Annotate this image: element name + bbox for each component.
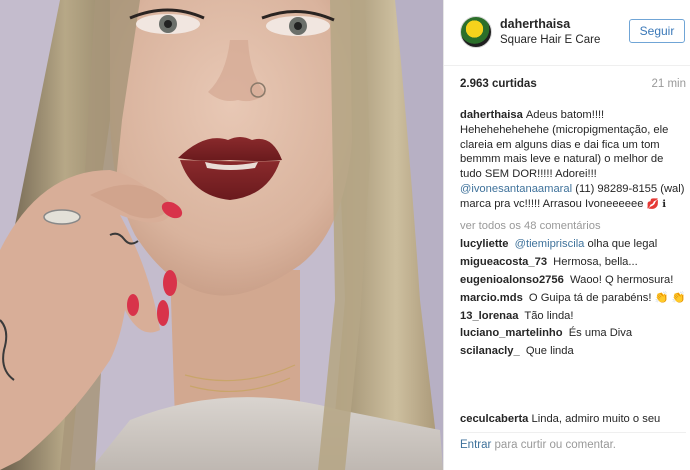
caption-mention[interactable]: @ivonesantanaamaral [460,183,572,195]
comment-text: O Guipa tá de parabéns! 👏 👏 [528,291,686,304]
comment-item: migueacosta_73 Hermosa, bella... [460,255,686,270]
comment-username[interactable]: lucyliette [460,238,509,250]
comment-username[interactable]: eugenioalonso2756 [460,274,564,286]
post-details-panel: daherthaisa Square Hair E Care Seguir 2.… [443,0,690,470]
post-header: daherthaisa Square Hair E Care Seguir [444,0,690,66]
comment-item: marcio.mds O Guipa tá de parabéns! 👏 👏 [460,291,686,306]
post-stats: 2.963 curtidas 21 min [460,78,686,92]
selfie-image [0,0,443,470]
comment-text: olha que legal [587,238,658,251]
caption: daherthaisa Adeus batom!!!! Heheheheheheh… [460,108,686,213]
comment-text: Waoo! Q hermosura! [569,273,674,286]
caption-emoji: 💋 ℹ [646,198,666,210]
post-location[interactable]: Square Hair E Care [500,34,600,46]
comment-item: lucyliette @tiemipriscila olha que legal [460,237,686,252]
avatar[interactable] [460,16,492,48]
follow-button[interactable]: Seguir [629,19,685,43]
comment-text: Tão linda! [524,309,574,322]
post-photo[interactable] [0,0,443,470]
comment-username[interactable]: ceculcaberta [460,413,528,424]
comment-username[interactable]: 13_lorenaa [460,310,518,322]
comment-item: 13_lorenaa Tão linda! [460,309,686,324]
comment-text: Linda, admiro muito o seu [531,413,661,424]
comment-username[interactable]: migueacosta_73 [460,256,547,268]
comment-text: Que linda [525,345,574,358]
likes-count[interactable]: 2.963 curtidas [460,78,537,90]
login-link[interactable]: Entrar [460,439,491,451]
add-comment-hint: para curtir ou comentar. [494,439,616,451]
comment-item: eugenioalonso2756 Waoo! Q hermosura! [460,273,686,288]
add-comment-bar: Entrar para curtir ou comentar. [460,432,686,462]
comment-username[interactable]: marcio.mds [460,292,523,304]
comment-text: Hermosa, bella... [553,256,638,269]
comment-text: És uma Diva [568,327,633,340]
post-username[interactable]: daherthaisa [500,17,570,31]
comment-mention[interactable]: @tiemipriscila [515,238,585,250]
comment-username[interactable]: luciano_martelinho [460,327,563,339]
partial-comment: ceculcaberta Linda, admiro muito o seu [460,412,686,424]
caption-username[interactable]: daherthaisa [460,109,523,121]
comments-list: daherthaisa Adeus batom!!!! Heheheheheheh… [460,108,686,362]
comment-item: luciano_martelinho És uma Diva [460,326,686,341]
view-all-comments-link[interactable]: ver todos os 48 comentários [460,219,686,234]
post-time[interactable]: 21 min [651,78,686,90]
comment-item: scilanacly_ Que linda [460,344,686,359]
comment-username[interactable]: scilanacly_ [460,345,520,357]
